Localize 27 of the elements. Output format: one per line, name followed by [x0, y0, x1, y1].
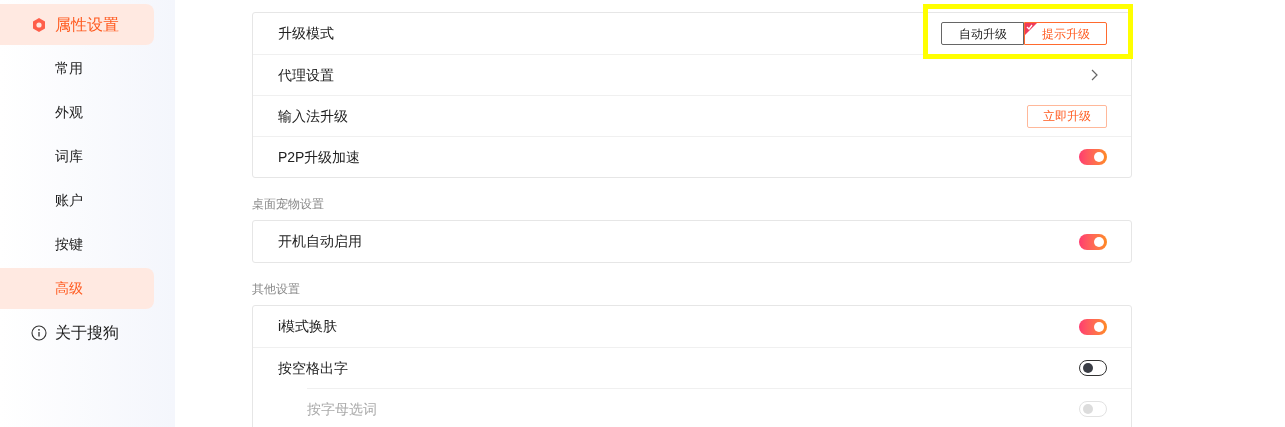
setting-label: P2P升级加速: [278, 147, 362, 167]
section-title: 其他设置: [252, 281, 301, 298]
sidebar-item[interactable]: 关于搜狗: [0, 312, 175, 353]
setting-label: 按空格出字: [278, 358, 349, 378]
setting-label: 升级模式: [278, 24, 335, 43]
setting-label: i模式换肤: [278, 317, 339, 336]
info-icon: [31, 324, 47, 341]
segment-option[interactable]: 自动升级: [941, 22, 1024, 45]
hexagon-icon: [31, 16, 47, 33]
setting-label: 开机自动启用: [278, 232, 363, 251]
check-corner-icon: [1025, 23, 1037, 35]
toggle-switch[interactable]: [1079, 149, 1107, 165]
setting-label: 输入法升级: [278, 106, 349, 126]
toggle-switch[interactable]: [1079, 233, 1107, 250]
sidebar-item-label: 关于搜狗: [55, 322, 119, 343]
toggle-switch[interactable]: [1079, 360, 1107, 376]
sidebar-item[interactable]: 按键: [0, 224, 154, 265]
setting-label: 代理设置: [278, 65, 335, 85]
sidebar-item[interactable]: 常用: [0, 48, 154, 89]
sidebar-item[interactable]: 词库: [0, 136, 154, 177]
setting-label: 按字母选词: [307, 399, 378, 419]
toggle-switch[interactable]: [1079, 318, 1107, 335]
chevron-right-icon[interactable]: [1091, 69, 1099, 81]
sidebar-group-label: 属性设置: [55, 14, 119, 35]
sidebar-item[interactable]: 账户: [0, 180, 154, 221]
section-title: 桌面宠物设置: [252, 196, 325, 213]
sidebar-item[interactable]: 外观: [0, 92, 154, 133]
